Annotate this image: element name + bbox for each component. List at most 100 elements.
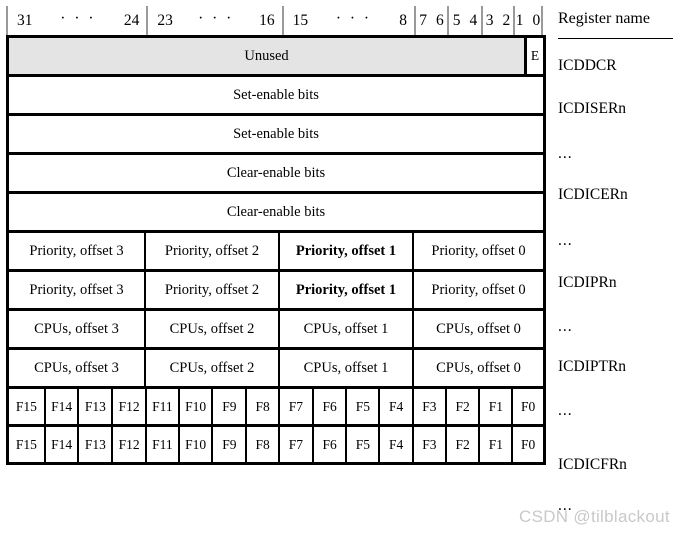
bit-label-31: 31	[17, 11, 33, 29]
field-f4: F4	[378, 427, 412, 462]
field-f2: F2	[444, 427, 479, 462]
field-f13: F13	[77, 389, 111, 424]
field-f10: F10	[177, 427, 212, 462]
field-priority-offset-1: Priority, offset 1	[278, 272, 412, 308]
register-bit-table: 31 · · · 24 23 · · · 16 15 · · · 8 7 6 5…	[6, 6, 546, 465]
bit-ellipsis-23-16: · · ·	[198, 10, 234, 27]
bit-group-3-2: 3 2	[481, 6, 513, 35]
field-f8: F8	[245, 389, 278, 424]
register-name-underline	[558, 38, 673, 39]
watermark: CSDN @tilblackout	[519, 507, 670, 526]
field-f11: F11	[144, 389, 178, 424]
field-f4: F4	[378, 389, 412, 424]
bit-label-23: 23	[157, 11, 173, 29]
register-name-icdicern: ICDICERn	[558, 186, 628, 203]
field-clear-enable-bits: Clear-enable bits	[226, 203, 326, 220]
field-priority-offset-1: Priority, offset 1	[278, 233, 412, 269]
field-priority-offset-2: Priority, offset 2	[144, 233, 278, 269]
bit-group-7-6: 7 6	[414, 6, 447, 35]
table-row: Clear-enable bits	[9, 194, 543, 233]
field-cpus-offset-1: CPUs, offset 1	[278, 311, 412, 347]
table-row: CPUs, offset 3 CPUs, offset 2 CPUs, offs…	[9, 311, 543, 350]
field-f1: F1	[478, 427, 511, 462]
field-f9: F9	[211, 427, 245, 462]
field-f6: F6	[311, 427, 346, 462]
bit-group-1-0: 1 0	[513, 6, 541, 35]
bit-group-15-8: 15 · · · 8	[281, 6, 414, 35]
field-cpus-offset-3: CPUs, offset 3	[34, 320, 119, 337]
field-cpus-offset-0: CPUs, offset 0	[412, 311, 543, 347]
bit-label-2: 2	[502, 11, 511, 29]
field-f15: F15	[15, 398, 37, 414]
field-priority-offset-0: Priority, offset 0	[412, 272, 543, 308]
register-rows: Unused E Set-enable bits Set-enable bits…	[6, 35, 546, 465]
table-row: Unused E	[9, 38, 543, 77]
bit-label-24: 24	[123, 11, 140, 29]
bit-label-0: 0	[532, 11, 541, 29]
field-f7: F7	[277, 389, 312, 424]
bit-label-1: 1	[515, 11, 524, 29]
bit-label-6: 6	[436, 11, 444, 29]
table-row: CPUs, offset 3 CPUs, offset 2 CPUs, offs…	[9, 350, 543, 389]
field-f10: F10	[177, 389, 212, 424]
table-row: Set-enable bits	[9, 116, 543, 155]
field-f12: F12	[111, 389, 145, 424]
field-f6: F6	[311, 389, 346, 424]
field-set-enable-bits: Set-enable bits	[233, 125, 319, 142]
bit-label-7: 7	[419, 11, 428, 29]
column-divider	[551, 0, 553, 534]
bit-label-8: 8	[399, 11, 407, 29]
field-priority-offset-2: Priority, offset 2	[144, 272, 278, 308]
field-cpus-offset-1: CPUs, offset 1	[278, 350, 412, 386]
field-f7: F7	[277, 427, 312, 462]
field-priority-offset-0: Priority, offset 0	[412, 233, 543, 269]
table-row: Priority, offset 3 Priority, offset 2 Pr…	[9, 233, 543, 272]
field-f5: F5	[345, 389, 378, 424]
field-unused: Unused	[9, 38, 524, 74]
field-f3: F3	[411, 389, 445, 424]
table-row: Clear-enable bits	[9, 155, 543, 194]
register-name-header: Register name	[558, 10, 650, 27]
bit-index-header: 31 · · · 24 23 · · · 16 15 · · · 8 7 6 5…	[6, 6, 546, 35]
field-priority-offset-3: Priority, offset 3	[29, 242, 124, 259]
table-row: Priority, offset 3 Priority, offset 2 Pr…	[9, 272, 543, 311]
register-name-icdiptrn: ICDIPTRn	[558, 358, 627, 375]
bit-ellipsis-15-8: · · ·	[335, 10, 372, 27]
field-f13: F13	[77, 427, 111, 462]
field-f15: F15	[15, 436, 37, 452]
bit-label-3: 3	[485, 11, 494, 29]
register-name-ellipsis-3: ...	[558, 318, 573, 335]
field-enable-bit: E	[524, 38, 543, 74]
field-f8: F8	[245, 427, 278, 462]
field-f1: F1	[478, 389, 511, 424]
register-name-icdisern: ICDISERn	[558, 100, 627, 117]
field-cpus-offset-3: CPUs, offset 3	[34, 359, 119, 376]
bit-ellipsis-31-24: · · ·	[60, 10, 97, 27]
bit-label-4: 4	[469, 11, 478, 29]
field-f0: F0	[511, 427, 543, 462]
field-f5: F5	[345, 427, 378, 462]
register-name-ellipsis-2: ...	[558, 232, 573, 249]
field-f14: F14	[43, 427, 78, 462]
register-name-icddcr: ICDDCR	[558, 57, 617, 74]
gic-register-map-diagram: 31 · · · 24 23 · · · 16 15 · · · 8 7 6 5…	[0, 0, 679, 534]
bit-label-16: 16	[259, 11, 275, 29]
field-f3: F3	[411, 427, 445, 462]
bit-group-31-24: 31 · · · 24	[6, 6, 146, 35]
bit-group-5-4: 5 4	[447, 6, 481, 35]
field-clear-enable-bits: Clear-enable bits	[226, 164, 326, 181]
table-row: F15 F14 F13 F12 F11 F10 F9 F8 F7 F6 F5 F…	[9, 427, 543, 465]
field-cpus-offset-2: CPUs, offset 2	[144, 350, 278, 386]
field-f9: F9	[211, 389, 245, 424]
field-cpus-offset-2: CPUs, offset 2	[144, 311, 278, 347]
bit-group-23-16: 23 · · · 16	[146, 6, 281, 35]
field-f12: F12	[111, 427, 145, 462]
field-set-enable-bits: Set-enable bits	[233, 86, 319, 103]
field-f0: F0	[511, 389, 543, 424]
field-f11: F11	[144, 427, 178, 462]
field-f2: F2	[444, 389, 479, 424]
register-name-icdiprn: ICDIPRn	[558, 274, 617, 291]
table-row: F15 F14 F13 F12 F11 F10 F9 F8 F7 F6 F5 F…	[9, 389, 543, 427]
table-row: Set-enable bits	[9, 77, 543, 116]
field-cpus-offset-0: CPUs, offset 0	[412, 350, 543, 386]
